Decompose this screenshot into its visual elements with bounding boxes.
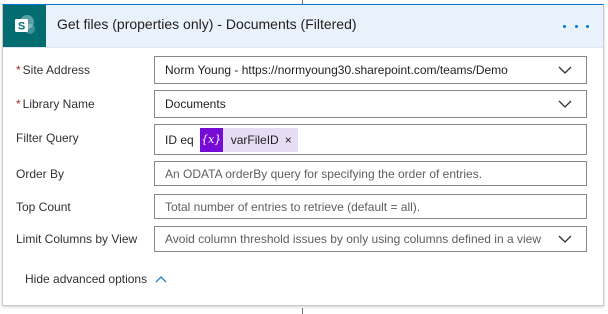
more-options-icon[interactable]	[563, 18, 589, 34]
more-dot	[586, 24, 589, 28]
required-marker: *	[16, 63, 21, 77]
limit-columns-placeholder: Avoid column threshold issues by only us…	[165, 232, 541, 246]
site-address-value: Norm Young - https://normyoung30.sharepo…	[165, 63, 508, 77]
hide-advanced-options-button[interactable]: Hide advanced options	[25, 272, 167, 286]
sharepoint-icon: S	[3, 5, 46, 47]
dynamic-content-token[interactable]: {x} varFileID ×	[199, 127, 298, 152]
site-address-dropdown[interactable]: Norm Young - https://normyoung30.sharepo…	[154, 56, 587, 84]
site-address-label: * Site Address	[16, 63, 90, 77]
limit-columns-label: Limit Columns by View	[16, 232, 138, 246]
site-address-label-text: Site Address	[22, 63, 91, 77]
action-title: Get files (properties only) - Documents …	[57, 16, 357, 32]
remove-token-icon[interactable]: ×	[285, 133, 298, 147]
library-name-value: Documents	[165, 97, 226, 111]
action-card: S Get files (properties only) - Document…	[2, 4, 604, 306]
variable-icon: {x}	[199, 127, 223, 152]
order-by-label: Order By	[16, 167, 65, 181]
order-by-placeholder: An ODATA orderBy query for specifying th…	[165, 166, 483, 181]
more-dot	[563, 24, 566, 28]
chevron-up-icon	[155, 275, 167, 282]
svg-text:S: S	[17, 21, 24, 33]
token-label: varFileID	[230, 132, 279, 147]
chevron-down-icon	[558, 66, 572, 74]
chevron-down-icon	[558, 100, 572, 108]
order-by-input[interactable]: An ODATA orderBy query for specifying th…	[154, 161, 587, 186]
limit-columns-dropdown[interactable]: Avoid column threshold issues by only us…	[154, 226, 587, 252]
filter-query-label: Filter Query	[16, 131, 79, 145]
filter-query-text: ID eq	[165, 132, 194, 147]
library-name-label: * Library Name	[16, 97, 95, 111]
top-count-placeholder: Total number of entries to retrieve (def…	[165, 199, 421, 214]
required-marker: *	[16, 97, 21, 111]
filter-query-input[interactable]: ID eq {x} varFileID ×	[154, 124, 587, 155]
flow-connector-bottom	[302, 308, 303, 314]
chevron-down-icon	[558, 235, 572, 243]
library-name-dropdown[interactable]: Documents	[154, 90, 587, 118]
action-header[interactable]: S Get files (properties only) - Document…	[3, 5, 603, 48]
flow-canvas: S Get files (properties only) - Document…	[0, 0, 608, 314]
hide-advanced-options-label: Hide advanced options	[25, 272, 148, 286]
top-count-input[interactable]: Total number of entries to retrieve (def…	[154, 194, 587, 219]
library-name-label-text: Library Name	[22, 97, 95, 111]
top-count-label: Top Count	[16, 200, 71, 214]
more-dot	[574, 24, 578, 28]
